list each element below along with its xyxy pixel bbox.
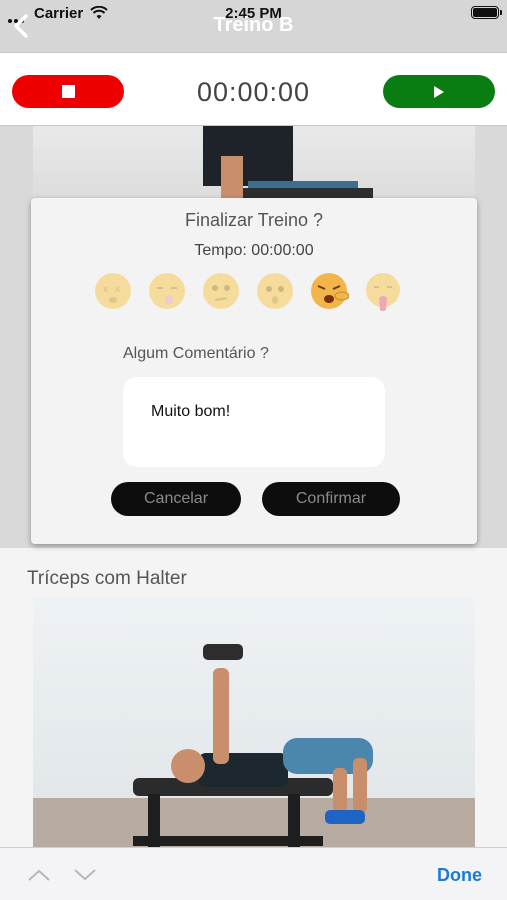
play-icon bbox=[434, 85, 444, 98]
comment-value: Muito bom! bbox=[151, 403, 231, 420]
keyboard-toolbar: Done bbox=[0, 847, 507, 900]
chevron-down-icon bbox=[74, 869, 96, 881]
dialog-time: Tempo: 00:00:00 bbox=[194, 242, 314, 259]
previous-field-button[interactable] bbox=[27, 865, 51, 885]
timer-bar: 00:00:00 bbox=[0, 52, 507, 126]
dialog-title: Finalizar Treino ? bbox=[184, 210, 324, 230]
dizzy-face-icon[interactable]: xx bbox=[93, 270, 133, 312]
comment-label: Algum Comentário ? bbox=[123, 345, 269, 362]
navigation-bar: Carrier 2:45 PM Treino B bbox=[0, 0, 507, 52]
cancel-button[interactable]: Cancelar bbox=[111, 482, 241, 516]
done-button[interactable]: Done bbox=[437, 865, 482, 886]
sleepy-face-icon[interactable] bbox=[147, 270, 187, 312]
exercise-photo-top bbox=[33, 126, 475, 200]
thinking-face-icon[interactable] bbox=[201, 270, 241, 312]
play-button[interactable] bbox=[383, 75, 495, 108]
exercise-title: Tríceps com Halter bbox=[27, 568, 187, 589]
next-field-button[interactable] bbox=[73, 865, 97, 885]
svg-text:x: x bbox=[115, 284, 120, 295]
chevron-up-icon bbox=[28, 869, 50, 881]
finish-workout-dialog: Finalizar Treino ? Tempo: 00:00:00 xx Al… bbox=[31, 198, 477, 544]
fearful-face-icon[interactable] bbox=[255, 270, 295, 312]
tired-face-icon[interactable] bbox=[309, 270, 350, 312]
page-title: Treino B bbox=[213, 14, 294, 36]
svg-text:x: x bbox=[103, 284, 108, 295]
nauseated-face-icon[interactable] bbox=[363, 270, 403, 312]
exercise-photo bbox=[33, 598, 475, 848]
confirm-button[interactable]: Confirmar bbox=[262, 482, 400, 516]
comment-input[interactable]: Muito bom! bbox=[123, 377, 385, 467]
